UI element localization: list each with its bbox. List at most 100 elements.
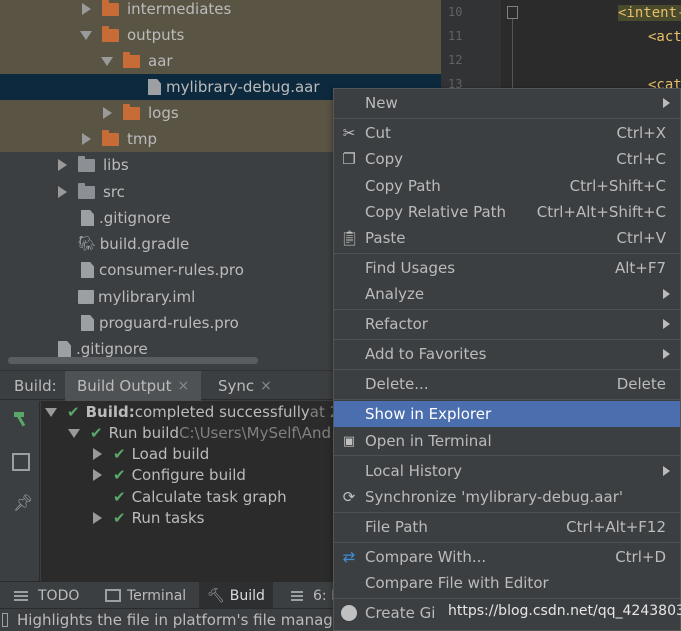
separator xyxy=(334,118,680,119)
build-row[interactable]: ✔ Configure build xyxy=(91,464,246,486)
pin-icon[interactable]: 📌︎ xyxy=(13,493,33,512)
menu-item-delete[interactable]: Delete... Delete xyxy=(334,371,680,397)
menu-item-refactor[interactable]: Refactor xyxy=(334,311,680,337)
menu-item-copy-path[interactable]: Copy Path Ctrl+Shift+C xyxy=(334,173,680,199)
menu-item-synchronize[interactable]: ⟳ Synchronize 'mylibrary-debug.aar' xyxy=(334,484,680,510)
success-check-icon: ✔ xyxy=(113,445,126,463)
folder-icon xyxy=(78,182,95,199)
hammer-icon[interactable] xyxy=(12,410,30,428)
line-number: 12 xyxy=(448,53,463,67)
tab-sync[interactable]: Sync × xyxy=(206,371,284,401)
menu-item-analyze[interactable]: Analyze xyxy=(334,281,680,307)
build-row-label: Load build xyxy=(131,445,210,463)
todo-icon xyxy=(14,594,28,597)
line-number: 10 xyxy=(448,5,463,19)
status-text: Highlights the file in platform's file m… xyxy=(17,611,349,629)
build-row[interactable]: ✔ Load build xyxy=(91,443,209,465)
expand-arrow-icon[interactable] xyxy=(101,107,113,119)
tree-item-label: aar xyxy=(148,52,173,70)
tree-item-aar[interactable]: aar xyxy=(0,48,441,74)
success-check-icon: ✔ xyxy=(90,424,103,442)
tab-todo[interactable]: TODO xyxy=(14,582,79,609)
expand-arrow-icon[interactable] xyxy=(91,512,103,524)
build-row[interactable]: ✔ Build: completed successfully at 2 xyxy=(45,401,339,423)
menu-label: Compare With... xyxy=(365,548,487,566)
build-row[interactable]: ✔ Run tasks xyxy=(91,507,205,529)
build-row-label: Run tasks xyxy=(131,509,205,527)
expand-arrow-icon[interactable] xyxy=(80,3,92,15)
collapse-arrow-icon[interactable] xyxy=(45,406,57,418)
expand-arrow-icon[interactable] xyxy=(91,469,103,481)
menu-item-cut[interactable]: ✂ Cut Ctrl+X xyxy=(334,120,680,146)
menu-label: Copy Path xyxy=(365,177,441,195)
tab-label: Terminal xyxy=(127,587,187,604)
expand-arrow-icon[interactable] xyxy=(56,159,68,171)
submenu-arrow-icon xyxy=(663,349,670,359)
menu-label: Add to Favorites xyxy=(365,345,487,363)
menu-item-file-path[interactable]: File Path Ctrl+Alt+F12 xyxy=(334,514,680,540)
fold-marker-icon[interactable] xyxy=(507,6,518,19)
tree-item-outputs[interactable]: outputs xyxy=(0,22,441,48)
code-line: <intent- xyxy=(618,5,681,21)
build-row[interactable]: ✔ Run build C:\Users\MySelf\And xyxy=(68,422,331,444)
collapse-arrow-icon[interactable] xyxy=(101,55,113,67)
menu-item-add-to-favorites[interactable]: Add to Favorites xyxy=(334,341,680,367)
menu-label: Open in Terminal xyxy=(365,432,492,450)
tab-build[interactable]: 🔨︎ Build xyxy=(199,582,273,609)
menu-item-compare-file-with-editor[interactable]: Compare File with Editor xyxy=(334,570,680,596)
terminal-icon xyxy=(105,589,121,602)
close-icon[interactable]: × xyxy=(178,378,190,394)
close-icon[interactable]: × xyxy=(260,378,272,394)
expand-arrow-icon[interactable] xyxy=(91,448,103,460)
build-row[interactable]: ✔ Calculate task graph xyxy=(113,486,287,508)
menu-label: Paste xyxy=(365,229,406,247)
tab-build-output[interactable]: Build Output × xyxy=(65,371,202,401)
expand-arrow-icon[interactable] xyxy=(80,133,92,145)
separator xyxy=(334,309,680,310)
gradle-icon: 🐘︎ xyxy=(78,236,96,252)
build-row-label: Calculate task graph xyxy=(131,488,287,506)
context-menu[interactable]: New ✂ Cut Ctrl+X ❐ Copy Ctrl+C Copy Path Ctrl… xyxy=(333,88,681,631)
folder-icon xyxy=(102,25,119,42)
menu-label: Create Gi xyxy=(365,604,436,622)
menu-item-find-usages[interactable]: Find Usages Alt+F7 xyxy=(334,255,680,281)
line-number: 11 xyxy=(448,29,463,43)
scissors-icon: ✂ xyxy=(342,124,356,142)
tab-logcat[interactable]: 6: L xyxy=(291,582,339,609)
build-status-label: Build: xyxy=(85,403,135,421)
horizontal-scrollbar[interactable] xyxy=(8,357,258,364)
menu-label: Refactor xyxy=(365,315,428,333)
menu-shortcut: Ctrl+X xyxy=(616,124,666,142)
tree-item-label: proguard-rules.pro xyxy=(99,314,239,332)
menu-item-open-in-terminal[interactable]: ▣ Open in Terminal xyxy=(334,428,680,454)
menu-shortcut: Delete xyxy=(616,375,666,393)
menu-label: Analyze xyxy=(365,285,425,303)
menu-item-new[interactable]: New xyxy=(334,90,680,116)
tree-item-label: consumer-rules.pro xyxy=(99,261,244,279)
menu-item-show-in-explorer[interactable]: Show in Explorer xyxy=(334,401,680,427)
separator xyxy=(334,598,680,599)
fold-guide xyxy=(512,19,513,89)
separator xyxy=(334,399,680,400)
collapse-arrow-icon[interactable] xyxy=(80,29,92,41)
tree-item-label: mylibrary.iml xyxy=(98,288,196,306)
menu-label: Show in Explorer xyxy=(365,405,492,423)
toggle-view-icon[interactable] xyxy=(12,453,30,471)
separator xyxy=(334,512,680,513)
menu-item-copy-relative-path[interactable]: Copy Relative Path Ctrl+Alt+Shift+C xyxy=(334,199,680,225)
menu-label: Find Usages xyxy=(365,259,456,277)
tree-item-intermediates[interactable]: intermediates xyxy=(0,0,441,22)
unknown-file-icon xyxy=(148,79,161,95)
menu-shortcut: Alt+F7 xyxy=(614,259,666,277)
folder-icon xyxy=(102,0,119,16)
menu-item-local-history[interactable]: Local History xyxy=(334,458,680,484)
terminal-icon: ▣ xyxy=(342,433,356,449)
menu-label: Copy Relative Path xyxy=(365,203,507,221)
tree-item-label: outputs xyxy=(127,26,185,44)
tab-terminal[interactable]: Terminal xyxy=(105,582,186,609)
menu-item-compare-with[interactable]: ⇄ Compare With... Ctrl+D xyxy=(334,544,680,570)
menu-item-copy[interactable]: ❐ Copy Ctrl+C xyxy=(334,146,680,172)
menu-item-paste[interactable]: 📋︎ Paste Ctrl+V xyxy=(334,225,680,251)
expand-arrow-icon[interactable] xyxy=(56,186,68,198)
collapse-arrow-icon[interactable] xyxy=(68,427,80,439)
